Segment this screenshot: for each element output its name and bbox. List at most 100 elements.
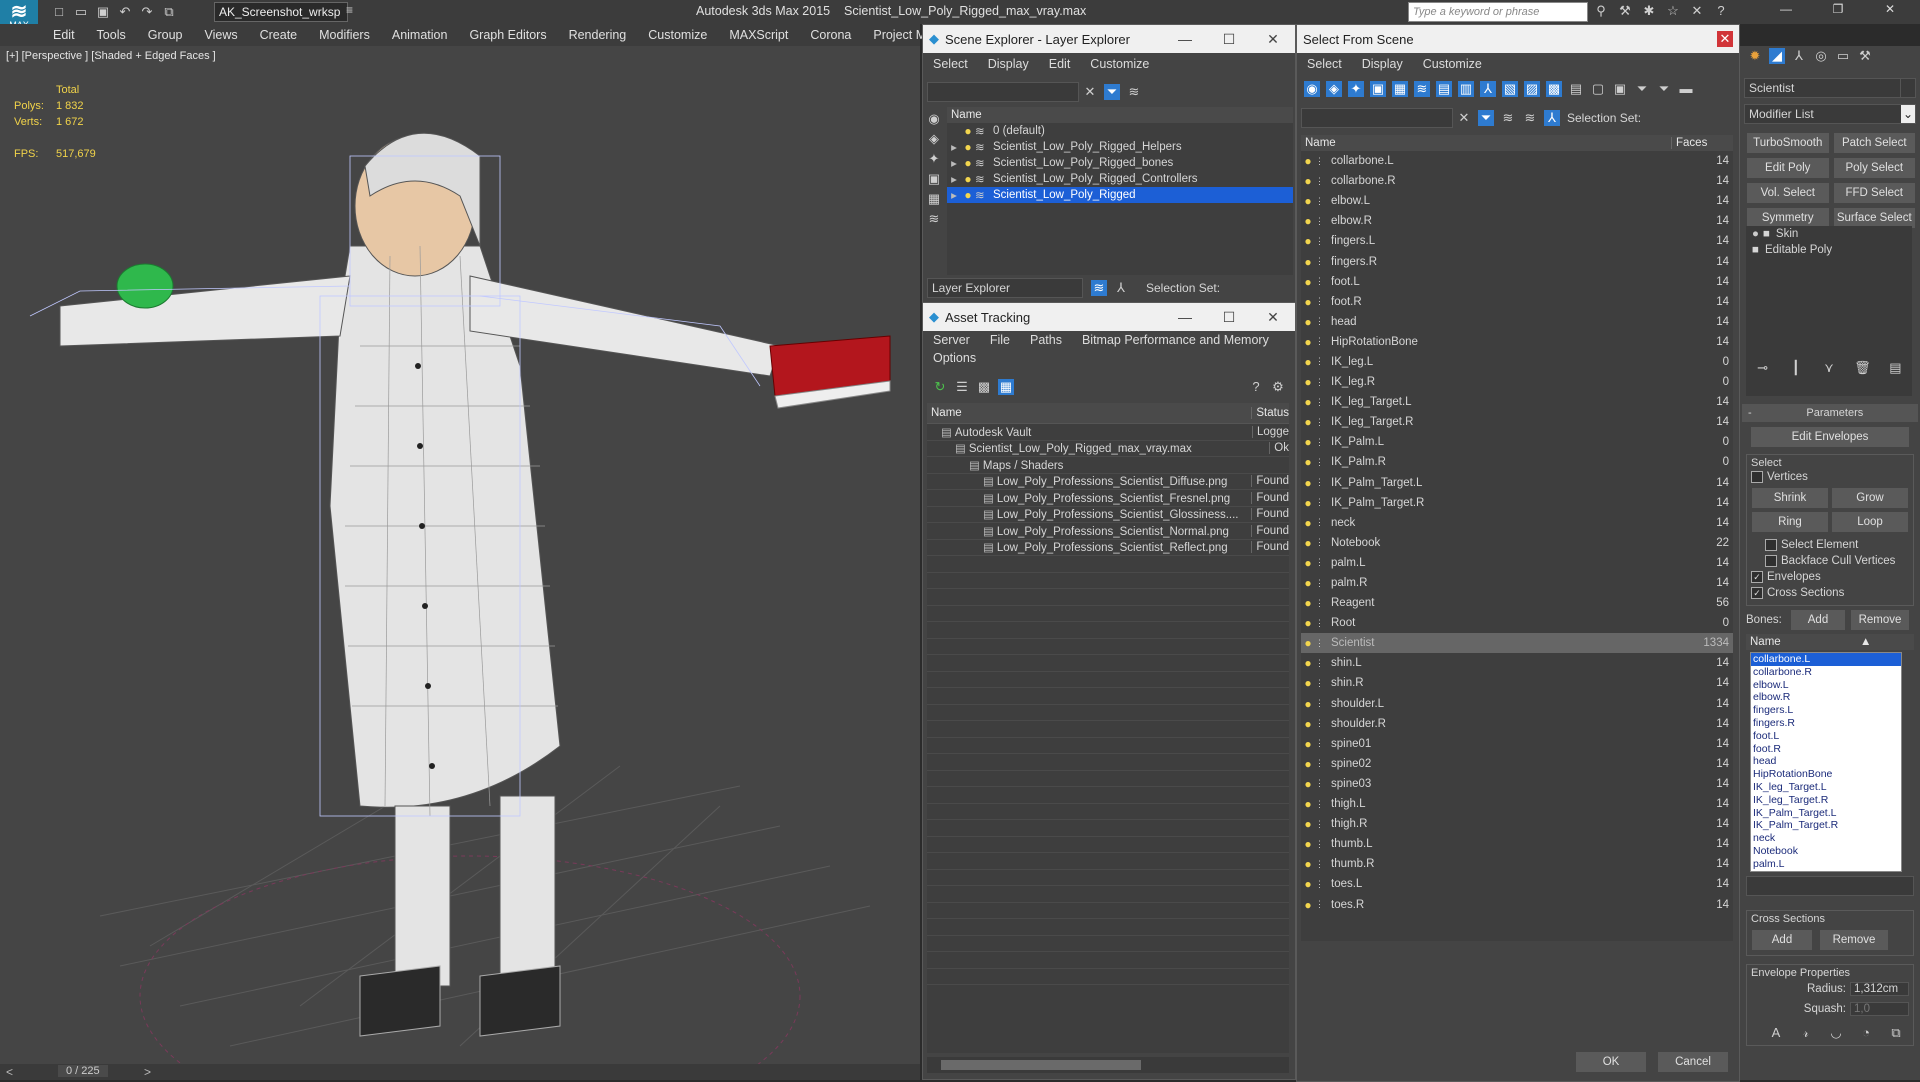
display-shapes-icon[interactable]: ◈ <box>926 131 942 147</box>
bulb-icon[interactable]: ● <box>1301 596 1315 610</box>
table-view-icon[interactable]: ▦ <box>998 379 1014 395</box>
object-row[interactable]: ● ⋮ Scientist 1334 <box>1301 633 1733 654</box>
open-file-icon[interactable]: ▭ <box>73 4 89 20</box>
bulb-icon[interactable]: ● <box>1301 877 1315 891</box>
layer-icon[interactable]: ≋ <box>1522 110 1538 126</box>
display-invert-icon[interactable]: ▣ <box>1612 81 1628 97</box>
expand-arrow-icon[interactable]: ▸ <box>947 140 961 154</box>
scientist-model[interactable] <box>0 46 920 1064</box>
object-row[interactable]: ● ⋮ shoulder.L 14 <box>1301 694 1733 714</box>
menu-item-animation[interactable]: Animation <box>381 28 459 42</box>
bones-list-header[interactable]: Name ▲ <box>1746 634 1914 650</box>
modifier-button-poly-select[interactable]: Poly Select <box>1832 157 1916 179</box>
refresh-icon[interactable]: ↻ <box>932 379 948 395</box>
menu-item-edit[interactable]: Edit <box>1039 57 1081 71</box>
bone-list-item[interactable]: Notebook <box>1751 845 1901 858</box>
display-helpers-icon[interactable]: ▦ <box>1392 81 1408 97</box>
asset-col-status[interactable]: Status <box>1251 407 1289 419</box>
bulb-icon[interactable]: ● <box>1301 898 1315 912</box>
asset-col-name[interactable]: Name <box>927 407 1251 419</box>
object-col-name[interactable]: Name <box>1301 137 1671 149</box>
display-geometry-icon[interactable]: ◉ <box>926 111 942 127</box>
modify-tab-icon[interactable]: ◢ <box>1769 48 1785 64</box>
bone-list-item[interactable]: neck <box>1751 832 1901 845</box>
bulb-icon[interactable]: ● <box>1301 476 1315 490</box>
bulb-icon[interactable]: ● <box>1301 576 1315 590</box>
bone-list-item[interactable]: elbow.R <box>1751 691 1901 704</box>
bone-list-item[interactable]: foot.R <box>1751 743 1901 756</box>
display-containers-icon[interactable]: ▧ <box>1502 81 1518 97</box>
bulb-icon[interactable]: ● <box>961 124 975 138</box>
explorer-type-dropdown[interactable]: Layer Explorer <box>927 278 1083 298</box>
layer-row[interactable]: ▸ ● ≋ Scientist_Low_Poly_Rigged_Helpers <box>947 139 1293 155</box>
display-bones-icon[interactable]: ≋ <box>926 211 942 227</box>
binoculars-icon[interactable]: ⚲ <box>1593 3 1609 19</box>
bulb-icon[interactable]: ● <box>1301 375 1315 389</box>
object-row[interactable]: ● ⋮ IK_Palm.R 0 <box>1301 452 1733 472</box>
bulb-icon[interactable]: ● <box>1301 255 1315 269</box>
object-row[interactable]: ● ⋮ HipRotationBone 14 <box>1301 332 1733 352</box>
menu-item-display[interactable]: Display <box>1352 57 1413 71</box>
object-row[interactable]: ● ⋮ foot.L 14 <box>1301 272 1733 292</box>
asset-row[interactable]: ▤ Low_Poly_Professions_Scientist_Diffuse.… <box>927 474 1289 490</box>
workspace-dropdown[interactable]: AK_Screenshot_wrksp▾ <box>214 2 348 37</box>
menu-item-tools[interactable]: Tools <box>86 28 137 42</box>
search-input[interactable]: Type a keyword or phrase <box>1408 2 1588 22</box>
object-row[interactable]: ● ⋮ IK_leg_Target.R 14 <box>1301 412 1733 432</box>
ok-button[interactable]: OK <box>1575 1051 1647 1073</box>
bulb-icon[interactable]: ● <box>1301 777 1315 791</box>
select-element-checkbox[interactable]: Select Element <box>1751 537 1909 553</box>
bulb-icon[interactable]: ● <box>1301 676 1315 690</box>
object-row[interactable]: ● ⋮ elbow.R 14 <box>1301 211 1733 231</box>
project-icon[interactable]: ⧉ <box>161 4 177 20</box>
modifier-button-vol-select[interactable]: Vol. Select <box>1746 182 1830 204</box>
object-col-faces[interactable]: Faces <box>1671 137 1707 149</box>
bulb-icon[interactable]: ● <box>1301 737 1315 751</box>
bone-list-item[interactable]: fingers.L <box>1751 704 1901 717</box>
time-slider-label[interactable]: 0 / 225 <box>58 1065 108 1077</box>
bone-list-item[interactable]: IK_leg_Target.R <box>1751 794 1901 807</box>
bulb-icon[interactable]: ● <box>1301 214 1315 228</box>
bulb-icon[interactable]: ● <box>1301 496 1315 510</box>
minimize-icon[interactable]: — <box>1163 31 1207 47</box>
squash-spinner[interactable]: 1,0 <box>1850 1002 1909 1016</box>
motion-tab-icon[interactable]: ◎ <box>1813 48 1829 64</box>
envelope-visibility-icon[interactable]: ◡ <box>1828 1025 1844 1041</box>
object-row[interactable]: ● ⋮ palm.R 14 <box>1301 573 1733 593</box>
menu-item-paths[interactable]: Paths <box>1020 333 1072 347</box>
remove-cross-section-button[interactable]: Remove <box>1819 929 1889 951</box>
menu-item-edit[interactable]: Edit <box>42 28 86 42</box>
bone-list-item[interactable]: IK_Palm_Target.R <box>1751 819 1901 832</box>
bulb-icon[interactable]: ● <box>1301 194 1315 208</box>
object-row[interactable]: ● ⋮ spine01 14 <box>1301 734 1733 754</box>
hierarchy-tab-icon[interactable]: ⅄ <box>1791 48 1807 64</box>
object-row[interactable]: ● ⋮ IK_leg_Target.L 14 <box>1301 392 1733 412</box>
display-spacewarps-icon[interactable]: ≋ <box>1414 81 1430 97</box>
layer-options-icon[interactable]: ≋ <box>1126 84 1142 100</box>
filter-icon[interactable]: ⏷ <box>1104 84 1120 100</box>
asset-row[interactable]: ▤ Low_Poly_Professions_Scientist_Fresnel.… <box>927 490 1289 507</box>
object-row[interactable]: ● ⋮ palm.L 14 <box>1301 553 1733 573</box>
asset-tracking-titlebar[interactable]: ◆ Asset Tracking — ☐ ✕ <box>923 303 1295 331</box>
maximize-icon[interactable]: ☐ <box>1207 31 1251 48</box>
workspace-menu-icon[interactable]: ≡ <box>346 3 358 19</box>
object-row[interactable]: ● ⋮ IK_Palm.L 0 <box>1301 432 1733 452</box>
expand-icon[interactable]: ■ <box>1763 228 1770 240</box>
object-row[interactable]: ● ⋮ Reagent 56 <box>1301 593 1733 613</box>
undo-icon[interactable]: ↶ <box>117 4 133 20</box>
collapse-icon[interactable]: ▬ <box>1678 81 1694 97</box>
bone-list-item[interactable]: HipRotationBone <box>1751 768 1901 781</box>
bulb-icon[interactable]: ● <box>1301 275 1315 289</box>
remove-modifier-icon[interactable]: 🗑 <box>1854 360 1871 376</box>
ring-button[interactable]: Ring <box>1751 511 1829 533</box>
layer-list-header-name[interactable]: Name <box>947 107 1293 123</box>
object-color-swatch[interactable] <box>1900 78 1916 98</box>
bulb-icon[interactable]: ● <box>1301 857 1315 871</box>
show-end-result-icon[interactable]: ┃ <box>1788 360 1804 376</box>
add-bone-button[interactable]: Add <box>1790 609 1846 631</box>
filter-icon[interactable]: ⏷ <box>1478 110 1494 126</box>
list-icon[interactable]: ☰ <box>954 379 970 395</box>
minimize-icon[interactable]: — <box>1163 309 1207 325</box>
clear-search-icon[interactable]: ✕ <box>1082 84 1098 100</box>
grow-button[interactable]: Grow <box>1831 487 1909 509</box>
